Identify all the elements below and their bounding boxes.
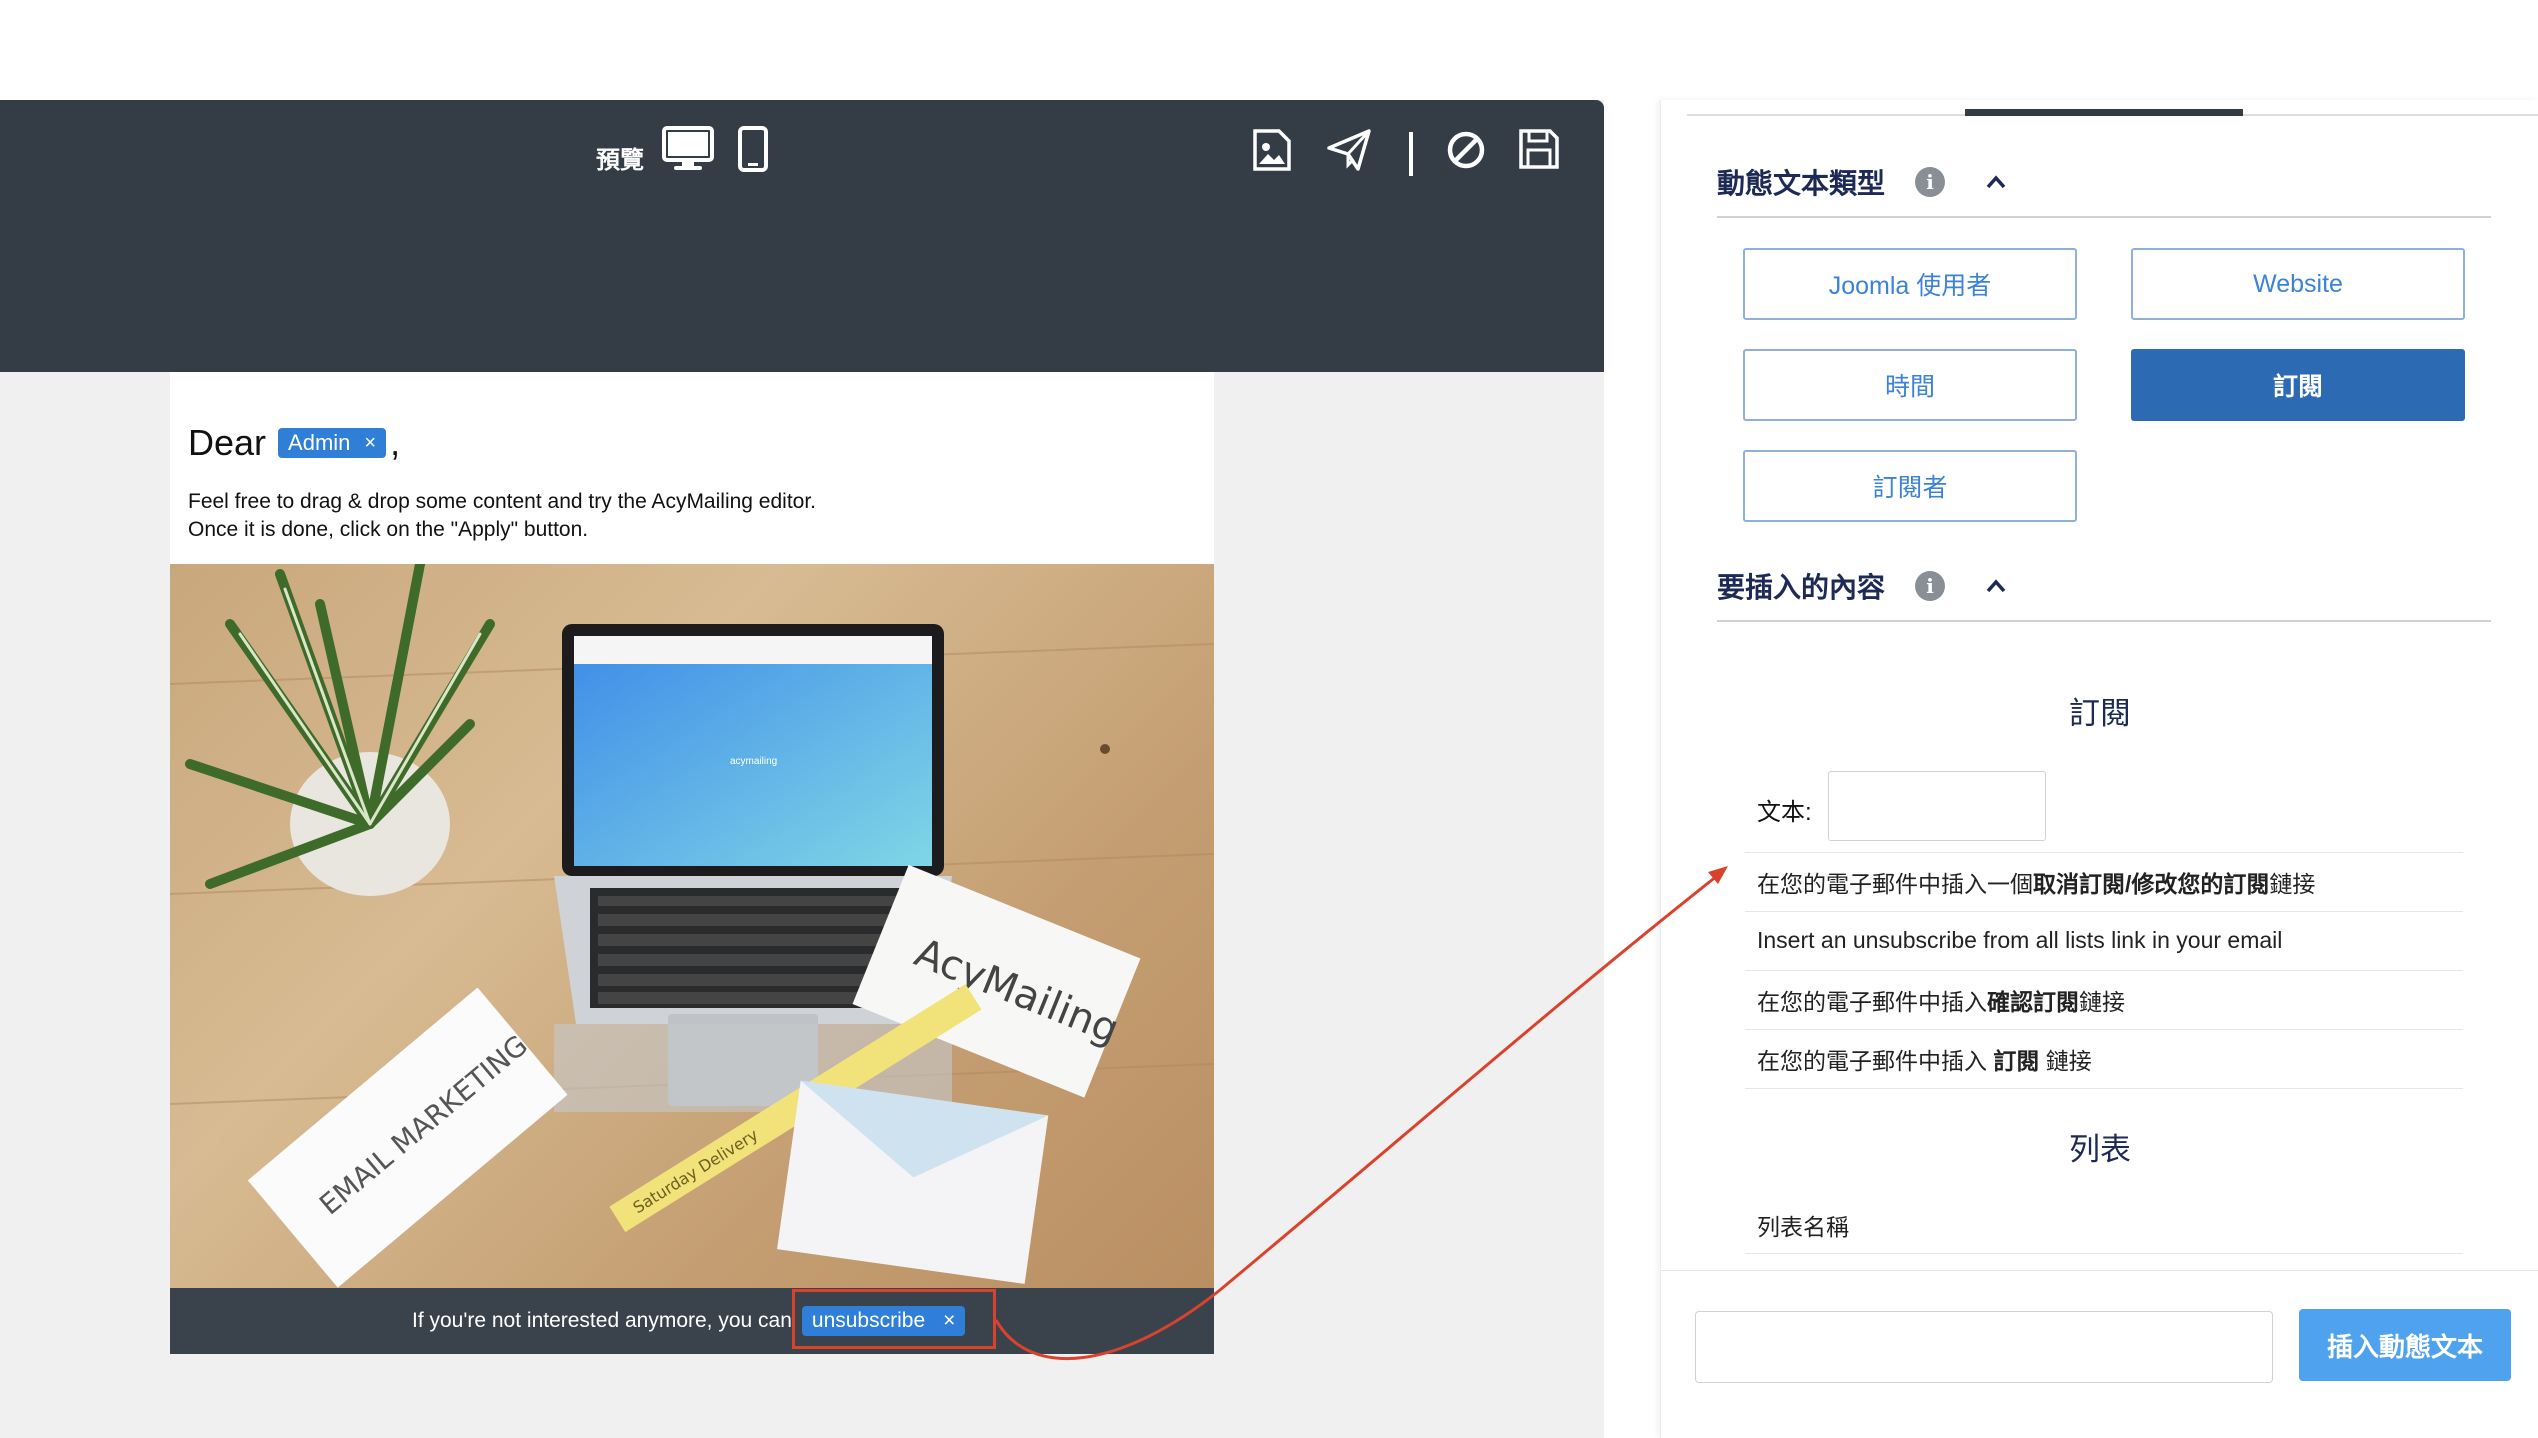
section-title: 要插入的內容 xyxy=(1717,572,1886,603)
cancel-icon[interactable] xyxy=(1446,130,1486,170)
chevron-up-icon[interactable] xyxy=(1985,573,2007,599)
section-content-to-insert[interactable]: 要插入的內容 i xyxy=(1717,566,2007,606)
subscription-heading: 訂閱 xyxy=(2069,696,2131,731)
option-bold-text: 訂閱 xyxy=(1993,1047,2040,1074)
close-icon[interactable]: × xyxy=(364,432,376,455)
insert-dynamic-text-button[interactable]: 插入動態文本 xyxy=(2299,1309,2511,1381)
option-unsubscribe-all-link[interactable]: Insert an unsubscribe from all lists lin… xyxy=(1745,911,2463,969)
greeting-text: Dear xyxy=(188,422,267,463)
greeting-comma: , xyxy=(390,422,401,463)
toolbar-divider xyxy=(1408,132,1414,176)
info-icon[interactable]: i xyxy=(1915,571,1946,601)
save-icon[interactable] xyxy=(1518,128,1560,170)
footer-text: If you're not interested anymore, you ca… xyxy=(412,1309,792,1332)
app-root: 預覽 Dear Admin × , Feel free to drag & dr… xyxy=(0,0,2538,1438)
intro-text: Feel free to drag & drop some content an… xyxy=(188,488,816,544)
chevron-up-icon[interactable] xyxy=(1985,169,2007,195)
intro-line-1: Feel free to drag & drop some content an… xyxy=(188,490,817,513)
option-divider xyxy=(1745,1088,2463,1090)
type-button-subscriber[interactable]: 訂閱者 xyxy=(1743,450,2077,522)
preview-label: 預覽 xyxy=(596,147,644,174)
screen-brand: acymailing xyxy=(730,756,777,767)
greeting-line: Dear Admin × , xyxy=(188,422,400,464)
insert-bar: 插入動態文本 xyxy=(1661,1270,2538,1438)
type-button-joomla-user[interactable]: Joomla 使用者 xyxy=(1743,248,2077,320)
option-bold-text: 取消訂閱/修改您的訂閱 xyxy=(2033,870,2270,897)
type-button-subscription[interactable]: 訂閱 xyxy=(2131,349,2465,421)
hero-illustration: acymailing AcyMailing EMAIL MARKETING Sa… xyxy=(170,564,1214,1288)
email-preview: Dear Admin × , Feel free to drag & drop … xyxy=(170,372,1214,1438)
email-footer[interactable]: If you're not interested anymore, you ca… xyxy=(170,1288,1214,1354)
option-text: 在您的電子郵件中插入一個 xyxy=(1757,870,2033,897)
info-icon[interactable]: i xyxy=(1915,167,1946,197)
editor-toolbar: 預覽 xyxy=(0,100,1604,372)
email-hero-image[interactable]: acymailing AcyMailing EMAIL MARKETING Sa… xyxy=(170,564,1214,1288)
section-divider xyxy=(1717,620,2491,622)
image-icon[interactable] xyxy=(1252,128,1292,172)
option-text: Insert an unsubscribe from all lists lin… xyxy=(1757,927,2283,953)
name-tag-label: Admin xyxy=(288,430,351,455)
intro-line-2: Once it is done, click on the "Apply" bu… xyxy=(188,518,589,541)
option-text: 鏈接 xyxy=(2079,988,2125,1015)
option-text: 鏈接 xyxy=(2269,870,2316,897)
section-dynamic-text-type[interactable]: 動態文本類型 i xyxy=(1717,162,2007,202)
mobile-icon[interactable] xyxy=(738,126,768,172)
type-button-website[interactable]: Website xyxy=(2131,248,2465,320)
email-text-block[interactable]: Dear Admin × , Feel free to drag & drop … xyxy=(170,372,1214,564)
email-editor: 預覽 Dear Admin × , Feel free to drag & dr… xyxy=(0,100,1604,1438)
option-list-name[interactable]: 列表名稱 xyxy=(1745,1196,2463,1254)
text-field-label: 文本: xyxy=(1757,799,1812,826)
unsubscribe-highlight-box xyxy=(792,1289,996,1349)
link-text-input[interactable] xyxy=(1828,771,2046,841)
dynamic-text-panel: 動態文本類型 i Joomla 使用者 Website 時間 訂閱 訂閱者 要插… xyxy=(1660,100,2538,1438)
section-divider xyxy=(1717,216,2491,218)
active-tab-indicator[interactable] xyxy=(1965,109,2243,116)
option-confirm-subscription-link[interactable]: 在您的電子郵件中插入 確認訂閱 鏈接 xyxy=(1745,970,2463,1028)
dynamic-text-preview-input[interactable] xyxy=(1695,1311,2273,1383)
send-icon[interactable] xyxy=(1326,128,1372,172)
option-subscribe-link[interactable]: 在您的電子郵件中插入 訂閱 鏈接 xyxy=(1745,1029,2463,1087)
option-text: 在您的電子郵件中插入 xyxy=(1757,988,1987,1015)
option-bold-text: 確認訂閱 xyxy=(1987,988,2079,1015)
option-text: 鏈接 xyxy=(2039,1047,2092,1074)
list-heading: 列表 xyxy=(2069,1132,2131,1167)
name-dynamic-tag[interactable]: Admin × xyxy=(278,428,387,458)
desktop-icon[interactable] xyxy=(662,126,714,172)
type-button-time[interactable]: 時間 xyxy=(1743,349,2077,421)
section-title: 動態文本類型 xyxy=(1717,168,1886,199)
option-unsubscribe-modify-link[interactable]: 在您的電子郵件中插入一個 取消訂閱/修改您的訂閱 鏈接 xyxy=(1745,852,2463,910)
option-text: 在您的電子郵件中插入 xyxy=(1757,1047,1994,1074)
option-text: 列表名稱 xyxy=(1757,1213,1849,1240)
photo-tape-text: Saturday Delivery xyxy=(630,1125,762,1217)
